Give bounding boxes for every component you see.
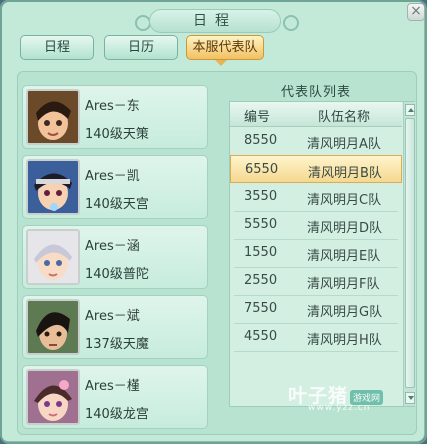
team-id: 3550 [244, 189, 278, 204]
player-name: Ares－凯 [85, 169, 140, 184]
table-row[interactable]: 4550 清风明月H队 [230, 323, 402, 351]
player-level-class: 140级龙宫 [85, 407, 149, 422]
player-card[interactable]: Ares－槿 140级龙宫 [22, 365, 208, 429]
team-id: 1550 [244, 245, 278, 260]
player-card[interactable]: Ares－涵 140级普陀 [22, 225, 208, 289]
team-id: 4550 [244, 329, 278, 344]
team-id: 2550 [244, 273, 278, 288]
portrait-avatar [26, 159, 80, 215]
player-card[interactable]: Ares－斌 137级天魔 [22, 295, 208, 359]
player-level-class: 137级天魔 [85, 337, 149, 352]
watermark-logo: 叶子猪 游戏网 www.yzz.cn [288, 381, 384, 413]
portrait-avatar [26, 229, 80, 285]
active-tab-pointer [215, 60, 227, 66]
scroll-down-arrow-icon[interactable] [405, 392, 415, 404]
column-header-name: 队伍名称 [318, 110, 371, 125]
player-name: Ares－斌 [85, 309, 140, 324]
tab-server-team[interactable]: 本服代表队 [186, 35, 264, 60]
team-name: 清风明月F队 [307, 277, 380, 292]
player-name: Ares－涵 [85, 239, 140, 254]
team-id: 5550 [244, 217, 278, 232]
column-header-id: 编号 [244, 110, 271, 125]
table-row[interactable]: 8550 清风明月A队 [230, 127, 402, 155]
team-name: 清风明月H队 [307, 333, 382, 348]
player-level-class: 140级普陀 [85, 267, 149, 282]
tab-calendar[interactable]: 日历 [104, 35, 178, 60]
team-name: 清风明月G队 [307, 305, 383, 320]
watermark-url: www.yzz.cn [308, 403, 371, 413]
row-divider [234, 351, 398, 352]
team-id: 6550 [245, 162, 279, 177]
window-title: 日程 [149, 9, 281, 33]
player-level-class: 140级天策 [85, 127, 149, 142]
table-row[interactable]: 2550 清风明月F队 [230, 267, 402, 295]
scroll-up-arrow-icon[interactable] [405, 104, 415, 116]
team-name: 清风明月C队 [307, 193, 382, 208]
table-row[interactable]: 3550 清风明月C队 [230, 183, 402, 211]
player-card[interactable]: Ares－东 140级天策 [22, 85, 208, 149]
table-row[interactable]: 5550 清风明月D队 [230, 211, 402, 239]
title-ornament-right [283, 15, 299, 31]
team-list-header: 编号 队伍名称 [230, 102, 402, 127]
table-row[interactable]: 7550 清风明月G队 [230, 295, 402, 323]
portrait-avatar [26, 89, 80, 145]
team-name: 清风明月E队 [307, 249, 381, 264]
player-card[interactable]: Ares－凯 140级天宫 [22, 155, 208, 219]
team-name: 清风明月A队 [307, 137, 381, 152]
portrait-avatar [26, 299, 80, 355]
scrollbar[interactable] [403, 102, 416, 406]
team-id: 7550 [244, 301, 278, 316]
team-list: 编号 队伍名称 8550 清风明月A队 6550 清风明月B队 3550 清风明… [229, 101, 416, 407]
team-id: 8550 [244, 133, 278, 148]
close-button[interactable]: × [407, 3, 425, 21]
table-row[interactable]: 1550 清风明月E队 [230, 239, 402, 267]
team-name: 清风明月B队 [308, 166, 382, 181]
team-name: 清风明月D队 [307, 221, 383, 236]
portrait-avatar [26, 369, 80, 425]
player-name: Ares－槿 [85, 379, 140, 394]
player-name: Ares－东 [85, 99, 140, 114]
table-row-selected[interactable]: 6550 清风明月B队 [230, 155, 402, 183]
scroll-thumb[interactable] [405, 118, 415, 388]
player-level-class: 140级天宫 [85, 197, 149, 212]
team-list-title: 代表队列表 [281, 85, 352, 100]
schedule-window: 日程 × 日程 日历 本服代表队 Ares－东 140级天策 Ares－凯 14… [0, 0, 425, 442]
tab-schedule[interactable]: 日程 [20, 35, 94, 60]
